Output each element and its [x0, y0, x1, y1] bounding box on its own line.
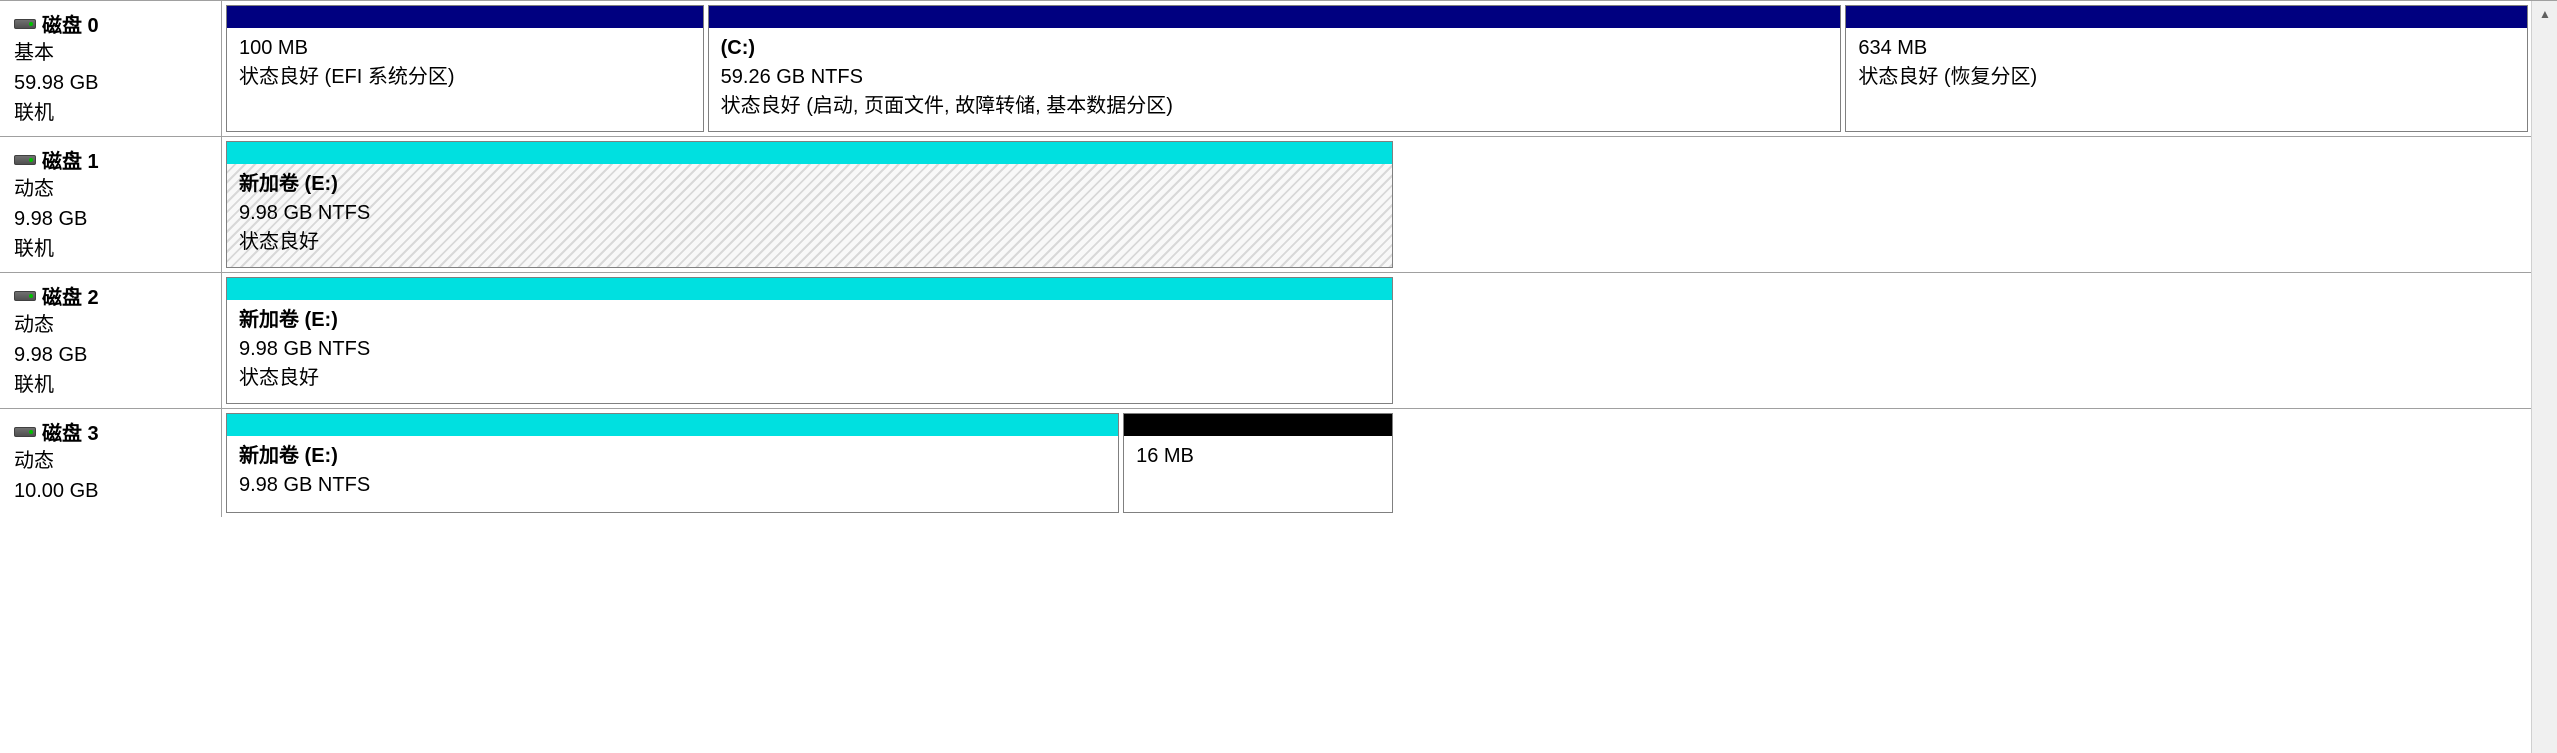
partition-box[interactable]: 16 MB: [1123, 413, 1393, 513]
disk-type: 动态: [14, 310, 207, 340]
partition-info: 新加卷 (E:) 9.98 GB NTFS 状态良好: [227, 164, 1392, 267]
partition-info: (C:) 59.26 GB NTFS 状态良好 (启动, 页面文件, 故障转储,…: [709, 28, 1841, 131]
disk-icon: [14, 155, 36, 165]
partition-box[interactable]: 新加卷 (E:) 9.98 GB NTFS: [226, 413, 1119, 513]
partition-box[interactable]: (C:) 59.26 GB NTFS 状态良好 (启动, 页面文件, 故障转储,…: [708, 5, 1842, 132]
disk-name: 磁盘 3: [42, 417, 99, 446]
disk-status: 联机: [14, 370, 207, 400]
volume-status: 状态良好: [239, 228, 1380, 257]
partition-color-bar: [1846, 6, 2527, 28]
volume-status: 状态良好 (恢复分区): [1858, 63, 2515, 92]
partition-info: 新加卷 (E:) 9.98 GB NTFS: [227, 436, 1118, 512]
partition-info: 634 MB 状态良好 (恢复分区): [1846, 28, 2527, 131]
disk-type: 动态: [14, 174, 207, 204]
partitions-area: 新加卷 (E:) 9.98 GB NTFS 状态良好: [222, 137, 1397, 272]
disk-status: 联机: [14, 234, 207, 264]
disk-row: 磁盘 1 动态 9.98 GB 联机 新加卷 (E:) 9.98 GB NTFS…: [0, 137, 2557, 273]
volume-size: 9.98 GB NTFS: [239, 335, 1380, 364]
volume-status: 状态良好: [239, 364, 1380, 393]
disk-row: 磁盘 3 动态 10.00 GB 新加卷 (E:) 9.98 GB NTFS 1…: [0, 409, 2557, 517]
partition-box[interactable]: 新加卷 (E:) 9.98 GB NTFS 状态良好: [226, 277, 1393, 404]
disk-type: 基本: [14, 38, 207, 68]
partition-color-bar: [227, 414, 1118, 436]
partition-color-bar: [227, 6, 703, 28]
partition-color-bar: [227, 142, 1392, 164]
disk-name: 磁盘 2: [42, 281, 99, 310]
partitions-area: 新加卷 (E:) 9.98 GB NTFS 状态良好: [222, 273, 1397, 408]
volume-size: 9.98 GB NTFS: [239, 471, 1106, 500]
volume-status: 状态良好 (EFI 系统分区): [239, 63, 691, 92]
volume-name: 新加卷 (E:): [239, 442, 1106, 471]
disk-row: 磁盘 2 动态 9.98 GB 联机 新加卷 (E:) 9.98 GB NTFS…: [0, 273, 2557, 409]
disk-management-graphical-view: ▲ 磁盘 0 基本 59.98 GB 联机 100 MB 状态良好 (EFI 系…: [0, 0, 2557, 753]
partition-color-bar: [227, 278, 1392, 300]
partition-info: 新加卷 (E:) 9.98 GB NTFS 状态良好: [227, 300, 1392, 403]
vertical-scrollbar[interactable]: ▲: [2531, 1, 2557, 753]
partition-color-bar: [1124, 414, 1392, 436]
disk-name: 磁盘 1: [42, 145, 99, 174]
disk-size: 9.98 GB: [14, 204, 207, 234]
disk-icon: [14, 427, 36, 437]
disk-name: 磁盘 0: [42, 9, 99, 38]
volume-size: 9.98 GB NTFS: [239, 199, 1380, 228]
volume-size: 100 MB: [239, 34, 691, 63]
partition-color-bar: [709, 6, 1841, 28]
disk-size: 9.98 GB: [14, 340, 207, 370]
volume-status: 状态良好 (启动, 页面文件, 故障转储, 基本数据分区): [721, 92, 1829, 121]
disk-icon: [14, 19, 36, 29]
volume-size: 16 MB: [1136, 442, 1380, 471]
partition-info: 16 MB: [1124, 436, 1392, 512]
partitions-area: 100 MB 状态良好 (EFI 系统分区) (C:) 59.26 GB NTF…: [222, 1, 2532, 136]
disk-size: 59.98 GB: [14, 68, 207, 98]
volume-size: 634 MB: [1858, 34, 2515, 63]
disk-status: 联机: [14, 98, 207, 128]
disk-info-panel[interactable]: 磁盘 1 动态 9.98 GB 联机: [0, 137, 222, 272]
disk-info-panel[interactable]: 磁盘 0 基本 59.98 GB 联机: [0, 1, 222, 136]
volume-size: 59.26 GB NTFS: [721, 63, 1829, 92]
partition-box[interactable]: 100 MB 状态良好 (EFI 系统分区): [226, 5, 704, 132]
disk-info-panel[interactable]: 磁盘 2 动态 9.98 GB 联机: [0, 273, 222, 408]
scroll-up-arrow-icon[interactable]: ▲: [2532, 1, 2557, 27]
partition-box[interactable]: 634 MB 状态良好 (恢复分区): [1845, 5, 2528, 132]
volume-name: 新加卷 (E:): [239, 170, 1380, 199]
disk-type: 动态: [14, 446, 207, 476]
disk-size: 10.00 GB: [14, 476, 207, 506]
disk-icon: [14, 291, 36, 301]
partitions-area: 新加卷 (E:) 9.98 GB NTFS 16 MB: [222, 409, 1397, 517]
partition-info: 100 MB 状态良好 (EFI 系统分区): [227, 28, 703, 131]
disk-info-panel[interactable]: 磁盘 3 动态 10.00 GB: [0, 409, 222, 517]
volume-name: (C:): [721, 34, 1829, 63]
volume-name: 新加卷 (E:): [239, 306, 1380, 335]
partition-box[interactable]: 新加卷 (E:) 9.98 GB NTFS 状态良好: [226, 141, 1393, 268]
disk-row: 磁盘 0 基本 59.98 GB 联机 100 MB 状态良好 (EFI 系统分…: [0, 1, 2557, 137]
